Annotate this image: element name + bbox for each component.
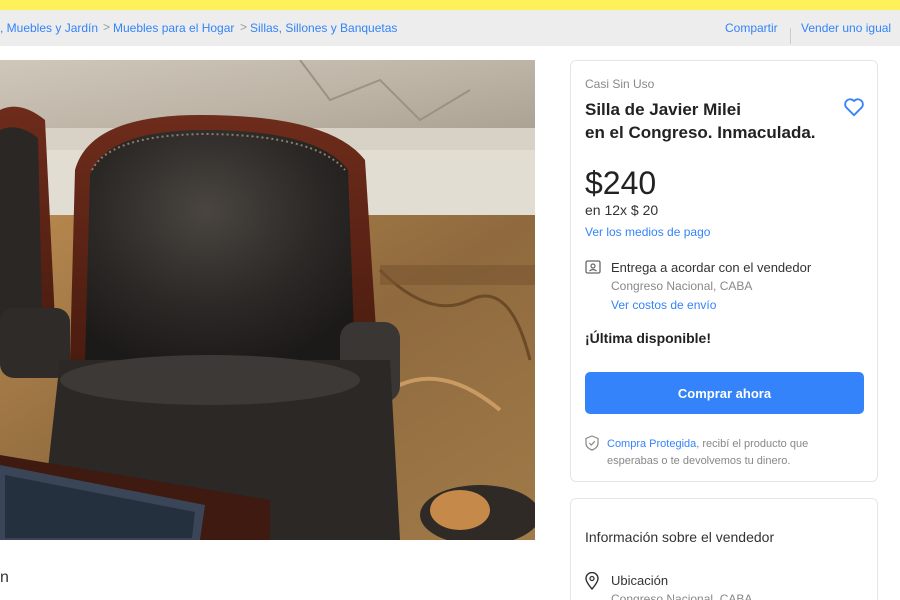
sell-similar-link[interactable]: Vender uno igual <box>801 21 891 35</box>
shipping-location: Congreso Nacional, CABA <box>611 279 753 293</box>
protected-purchase-text: Compra Protegida, recibí el producto que… <box>607 436 857 470</box>
buy-now-button[interactable]: Comprar ahora <box>585 372 864 414</box>
product-photo[interactable] <box>0 60 535 540</box>
description-fragment: n <box>0 569 9 586</box>
delivery-card-icon <box>585 260 601 274</box>
stock-label: ¡Última disponible! <box>585 330 711 346</box>
buy-box: Casi Sin Uso Silla de Javier Milei en el… <box>570 60 878 482</box>
shield-check-icon <box>585 435 599 451</box>
heart-icon[interactable] <box>843 97 865 117</box>
price: $240 <box>585 165 657 201</box>
top-header-bar <box>0 0 900 10</box>
installments: en 12x $ 20 <box>585 202 659 218</box>
product-title-line-1: Silla de Javier Milei <box>585 100 741 119</box>
seller-info-title: Información sobre el vendedor <box>585 529 775 545</box>
seller-info-box: Información sobre el vendedor Ubicación … <box>570 498 878 600</box>
actions-divider <box>790 28 791 44</box>
location-value: Congreso Nacional, CABA <box>611 592 753 600</box>
breadcrumb-separator: > <box>240 20 248 34</box>
protected-purchase-link[interactable]: Compra Protegida <box>607 438 696 450</box>
breadcrumb-item-muebles-hogar[interactable]: Muebles para el Hogar <box>113 21 234 35</box>
shipping-title: Entrega a acordar con el vendedor <box>611 260 812 275</box>
location-label: Ubicación <box>611 573 669 588</box>
payment-methods-link[interactable]: Ver los medios de pago <box>585 225 710 239</box>
product-title-line-2: en el Congreso. Inmaculada. <box>585 123 816 142</box>
breadcrumb-item-muebles-jardin[interactable]: , Muebles y Jardín <box>0 21 98 35</box>
breadcrumb: , Muebles y Jardín > Muebles para el Hog… <box>0 10 900 46</box>
condition-label: Casi Sin Uso <box>585 77 655 91</box>
location-pin-icon <box>585 572 599 590</box>
shipping-costs-link[interactable]: Ver costos de envío <box>611 298 716 312</box>
share-link[interactable]: Compartir <box>725 21 778 35</box>
product-title: Silla de Javier Milei en el Congreso. In… <box>585 98 845 144</box>
breadcrumb-item-sillas[interactable]: Sillas, Sillones y Banquetas <box>250 21 397 35</box>
breadcrumb-separator: > <box>103 20 111 34</box>
